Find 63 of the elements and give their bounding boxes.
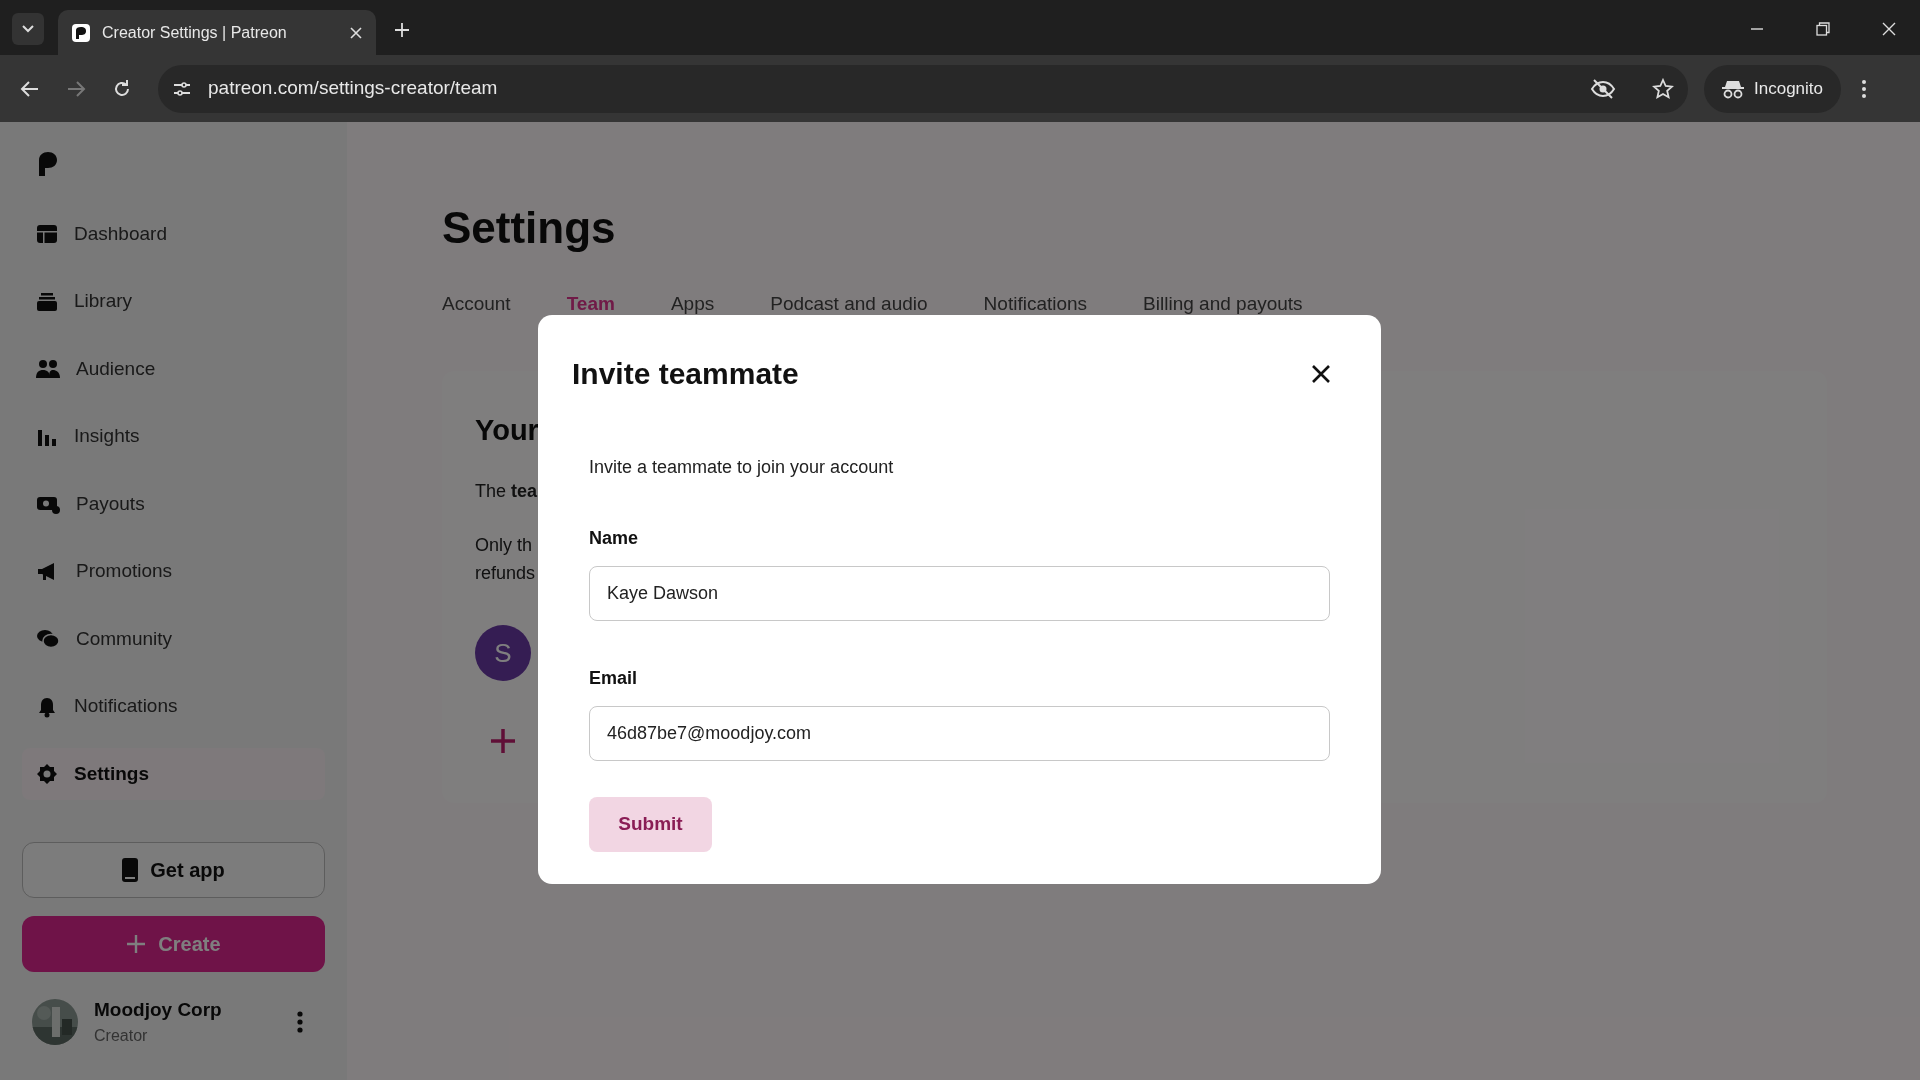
- card-paragraph: Only th refunds: [475, 534, 536, 585]
- bell-icon: [36, 695, 58, 718]
- profile-label: Incognito: [1754, 77, 1823, 100]
- field-label: Name: [589, 527, 640, 550]
- tab-title: Creator Settings | Patreon: [102, 22, 288, 43]
- reload-icon[interactable]: [112, 78, 132, 99]
- dashboard-icon: [36, 223, 58, 245]
- user-role: Creator: [94, 1026, 149, 1046]
- new-tab-icon[interactable]: [394, 22, 410, 38]
- phone-icon: [122, 857, 139, 882]
- card-text: The tea: [475, 480, 538, 503]
- close-tab-icon[interactable]: [350, 26, 362, 39]
- settings-tab[interactable]: Account: [442, 290, 511, 319]
- bookmark-star-icon[interactable]: [1652, 77, 1674, 100]
- forward-icon[interactable]: [66, 78, 86, 99]
- user-name: Moodjoy Corp: [94, 997, 223, 1022]
- page-title: Settings: [442, 206, 617, 250]
- url-text: patreon.com/settings-creator/team: [208, 76, 499, 101]
- nav-item[interactable]: Notifications: [22, 680, 325, 733]
- site-favicon-icon: [72, 23, 90, 42]
- input-field[interactable]: Kaye Dawson: [589, 566, 1330, 621]
- incognito-icon: [1722, 78, 1744, 99]
- nav-item[interactable]: Settings: [22, 748, 325, 800]
- add-icon[interactable]: [491, 729, 515, 753]
- settings-tab[interactable]: Notifications: [983, 290, 1088, 319]
- settings-tab[interactable]: Billing and payouts: [1143, 290, 1303, 319]
- settings-tab[interactable]: Podcast and audio: [770, 290, 928, 319]
- input-field[interactable]: 46d87be7@moodjoy.com: [589, 706, 1330, 761]
- dialog-title: Invite teammate: [572, 356, 799, 392]
- field-label: Email: [589, 667, 639, 690]
- chevron-down-icon: [22, 25, 34, 33]
- get-app-button[interactable]: Get app: [22, 841, 325, 898]
- submit-button[interactable]: Submit: [589, 797, 712, 852]
- incognito-chip[interactable]: Incognito: [1704, 64, 1841, 113]
- settings-tab[interactable]: Team: [566, 290, 615, 319]
- kebab-menu-icon[interactable]: [297, 1010, 303, 1033]
- nav-item[interactable]: Community: [22, 613, 325, 665]
- address-bar[interactable]: patreon.com/settings-creator/team: [158, 64, 1688, 113]
- settings-icon: [36, 763, 58, 785]
- nav-item[interactable]: Promotions: [22, 545, 325, 598]
- nav-item[interactable]: Audience: [22, 343, 325, 395]
- card-heading: Your: [475, 412, 539, 448]
- nav-item[interactable]: Library: [22, 275, 325, 328]
- tab-search-button[interactable]: [12, 13, 44, 45]
- create-button[interactable]: Create: [22, 915, 325, 972]
- more-menu-icon[interactable]: [1861, 78, 1867, 99]
- restore-icon[interactable]: [1816, 22, 1830, 36]
- eye-off-icon[interactable]: [1590, 77, 1616, 100]
- back-icon[interactable]: [20, 78, 40, 99]
- stack-icon: [36, 290, 58, 313]
- plus-icon: [126, 933, 147, 954]
- nav-item[interactable]: Dashboard: [22, 208, 325, 260]
- nav-item[interactable]: Payouts: [22, 478, 325, 530]
- people-icon: [36, 358, 60, 380]
- nav-item[interactable]: Insights: [22, 410, 325, 463]
- chat-bubbles-icon: [36, 628, 60, 650]
- member-avatar: S: [475, 625, 531, 681]
- close-icon[interactable]: [1311, 363, 1331, 384]
- logo-icon[interactable]: [36, 152, 58, 176]
- dialog-description: Invite a teammate to join your account: [589, 456, 895, 479]
- close-window-icon[interactable]: [1882, 22, 1896, 36]
- browser-tab[interactable]: Creator Settings | Patreon: [58, 10, 376, 55]
- settings-tab[interactable]: Apps: [670, 290, 715, 319]
